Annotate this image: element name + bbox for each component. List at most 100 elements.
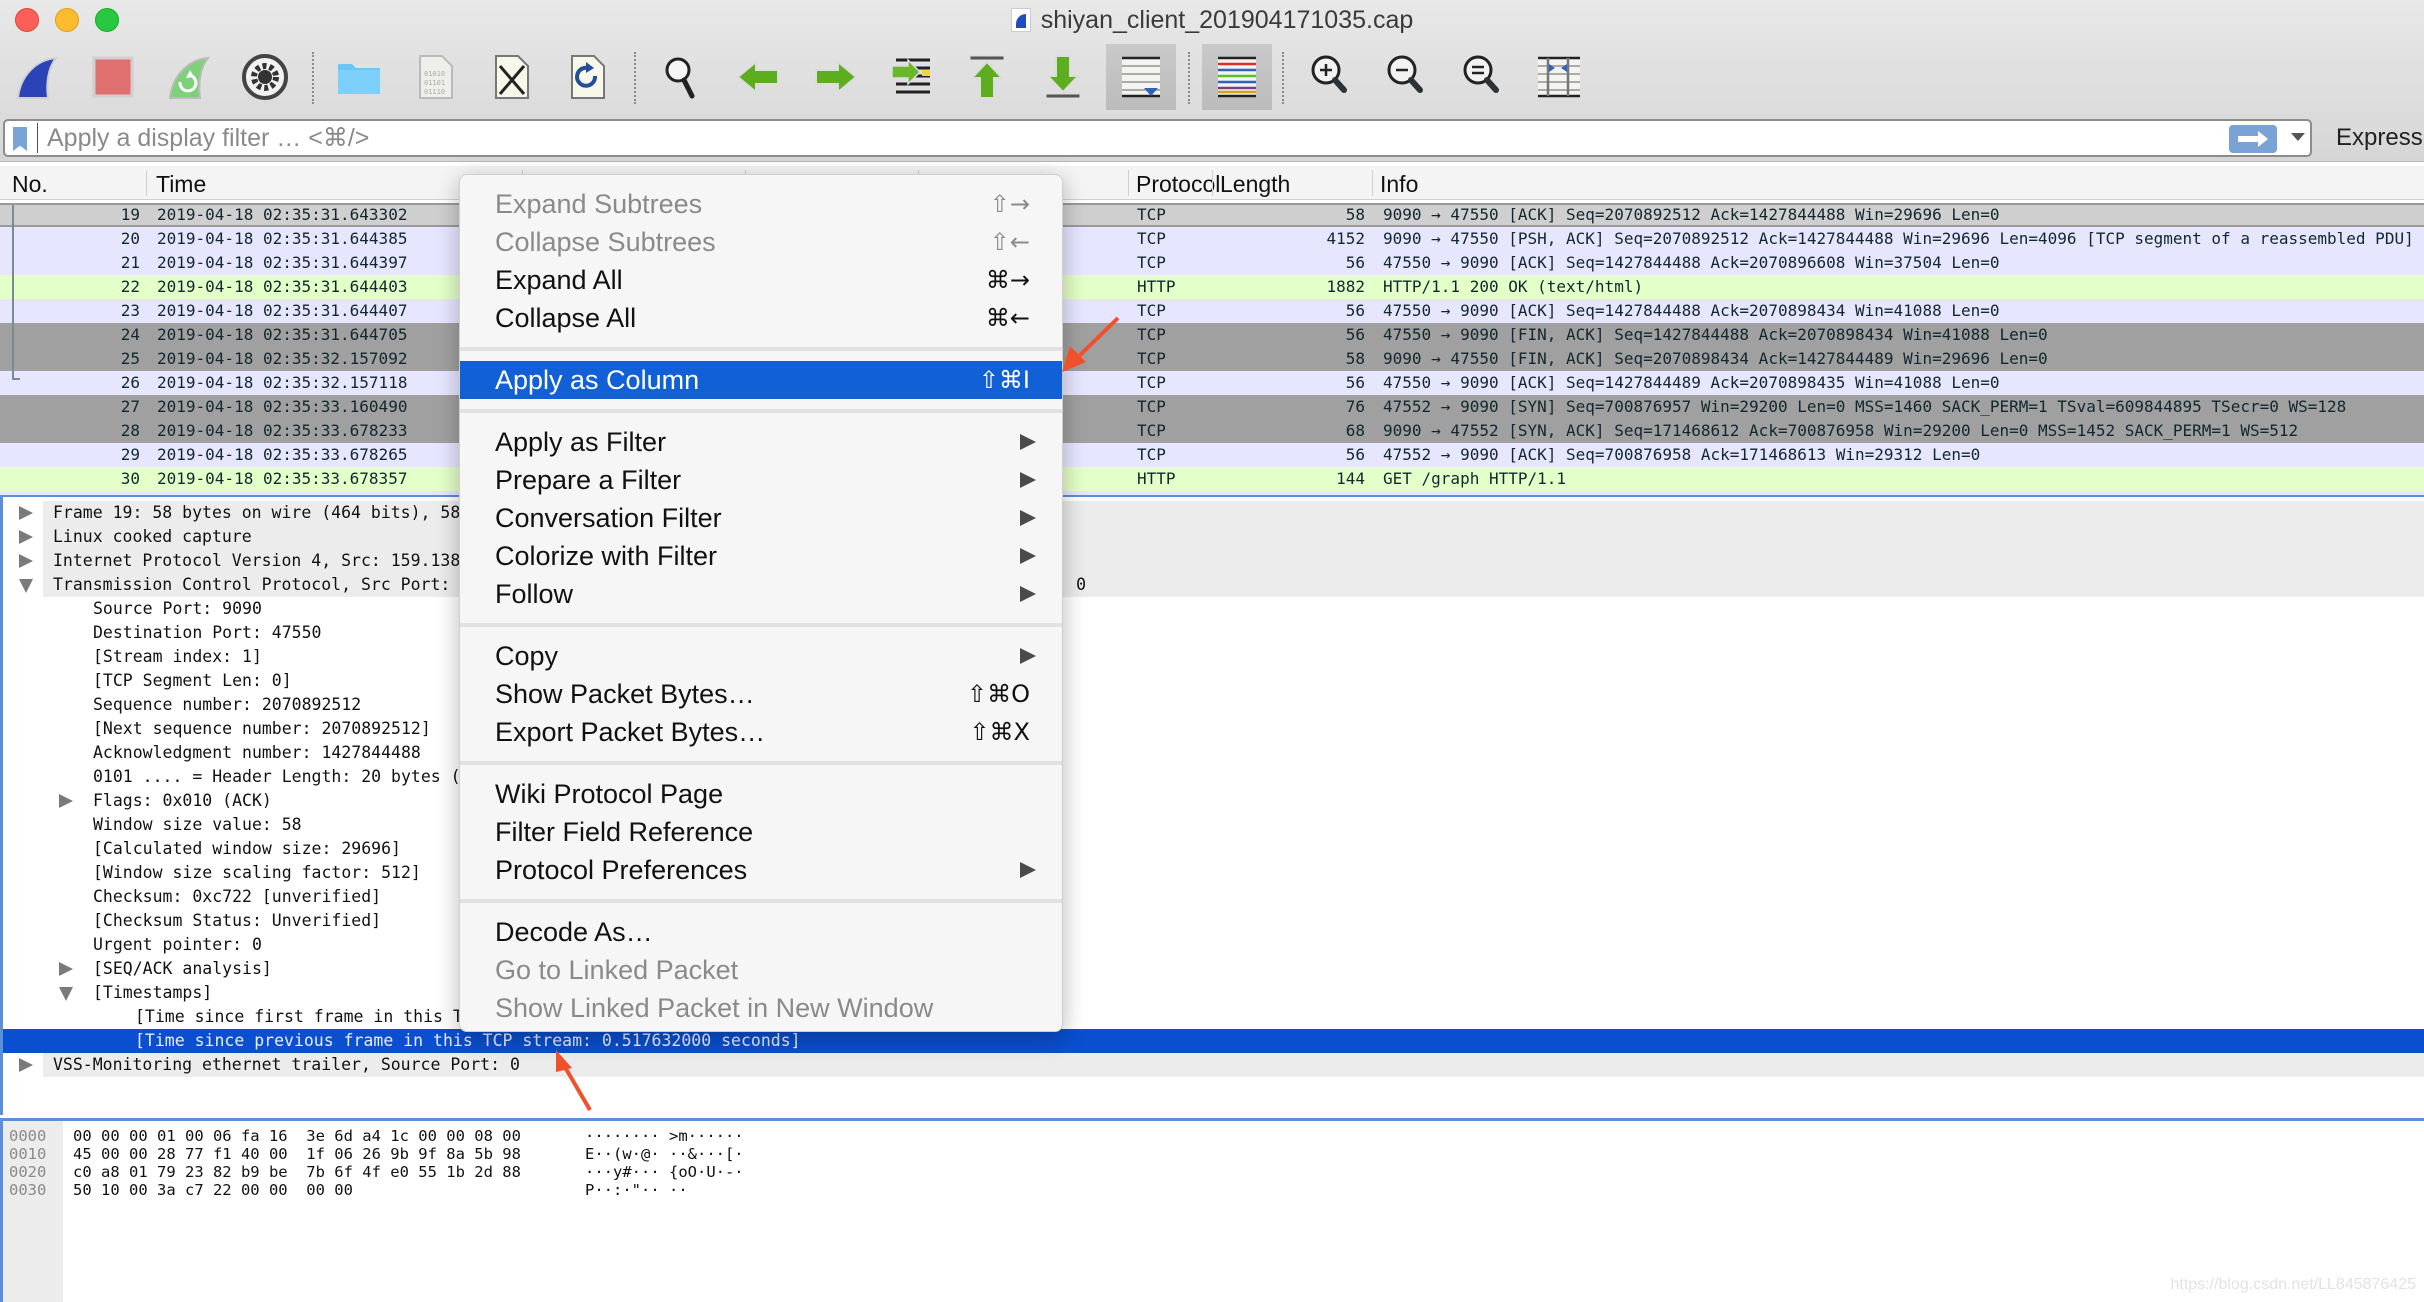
- tree-item-selected[interactable]: [Time since previous frame in this TCP s…: [3, 1029, 2424, 1053]
- tree-item[interactable]: [Next sequence number: 2070892512]: [3, 717, 2424, 741]
- go-last-packet-button[interactable]: [1036, 50, 1090, 104]
- column-header-time[interactable]: Time: [156, 171, 206, 198]
- close-file-button[interactable]: [484, 50, 538, 104]
- packet-row[interactable]: 22 2019-04-18 02:35:31.644403 HTTP 1882 HTTP…: [0, 275, 2424, 299]
- packet-row[interactable]: 23 2019-04-18 02:35:31.644407 TCP 56 47550 →…: [0, 299, 2424, 323]
- menu-item-decode-as[interactable]: Decode As…: [460, 913, 1062, 951]
- menu-item-apply-as-column[interactable]: Apply as Column ⇧⌘I: [460, 361, 1062, 399]
- column-header-protocol[interactable]: Protocol: [1136, 171, 1220, 198]
- menu-item-export-packet-bytes[interactable]: Export Packet Bytes… ⇧⌘X: [460, 713, 1062, 751]
- tree-item[interactable]: VSS-Monitoring ethernet trailer, Source …: [3, 1053, 2424, 1077]
- tree-item[interactable]: [Calculated window size: 29696]: [3, 837, 2424, 861]
- menu-item-follow[interactable]: Follow: [460, 575, 1062, 613]
- tree-item[interactable]: Linux cooked capture: [3, 525, 2424, 549]
- zoom-out-button[interactable]: [1380, 50, 1434, 104]
- menu-item-expand-all[interactable]: Expand All ⌘→: [460, 261, 1062, 299]
- menu-item-prepare-a-filter[interactable]: Prepare a Filter: [460, 461, 1062, 499]
- tree-item[interactable]: Frame 19: 58 bytes on wire (464 bits), 5…: [3, 501, 2424, 525]
- find-packet-button[interactable]: [656, 50, 710, 104]
- tree-item[interactable]: [TCP Segment Len: 0]: [3, 669, 2424, 693]
- hex-row[interactable]: 0010 45 00 00 28 77 f1 40 00 1f 06 26 9b …: [3, 1145, 903, 1163]
- collapsed-triangle-icon[interactable]: [59, 962, 73, 976]
- apply-filter-button[interactable]: [2229, 125, 2277, 153]
- column-separator[interactable]: [1128, 170, 1129, 196]
- column-header-info[interactable]: Info: [1380, 171, 1418, 198]
- hex-row[interactable]: 0020 c0 a8 01 79 23 82 b9 be 7b 6f 4f e0 …: [3, 1163, 903, 1181]
- tree-item[interactable]: Window size value: 58: [3, 813, 2424, 837]
- tree-item[interactable]: Sequence number: 2070892512: [3, 693, 2424, 717]
- collapsed-triangle-icon[interactable]: [59, 794, 73, 808]
- tree-item[interactable]: [Stream index: 1]: [3, 645, 2424, 669]
- open-file-button[interactable]: [332, 50, 386, 104]
- tree-item[interactable]: Internet Protocol Version 4, Src: 159.13…: [3, 549, 2424, 573]
- menu-item-conversation-filter[interactable]: Conversation Filter: [460, 499, 1062, 537]
- column-separator[interactable]: [146, 170, 147, 196]
- hex-row[interactable]: 0030 50 10 00 3a c7 22 00 00 00 00 P··:·"·…: [3, 1181, 903, 1199]
- menu-item-protocol-preferences[interactable]: Protocol Preferences: [460, 851, 1062, 889]
- menu-item-colorize-with-filter[interactable]: Colorize with Filter: [460, 537, 1062, 575]
- expanded-triangle-icon[interactable]: [19, 579, 33, 593]
- expanded-triangle-icon[interactable]: [59, 987, 73, 1001]
- menu-item-apply-as-filter[interactable]: Apply as Filter: [460, 423, 1062, 461]
- tree-item[interactable]: Source Port: 9090: [3, 597, 2424, 621]
- packet-row[interactable]: 24 2019-04-18 02:35:31.644705 TCP 56 47550 →…: [0, 323, 2424, 347]
- tree-item[interactable]: Urgent pointer: 0: [3, 933, 2424, 957]
- menu-item-wiki-protocol-page[interactable]: Wiki Protocol Page: [460, 775, 1062, 813]
- go-back-button[interactable]: [732, 50, 786, 104]
- packet-row[interactable]: 26 2019-04-18 02:35:32.157118 TCP 56 47550 →…: [0, 371, 2424, 395]
- collapsed-triangle-icon[interactable]: [19, 506, 33, 520]
- normal-size-button[interactable]: [1456, 50, 1510, 104]
- column-header-length[interactable]: Length: [1220, 171, 1290, 198]
- go-to-packet-button[interactable]: [884, 50, 938, 104]
- column-separator[interactable]: [1372, 170, 1373, 196]
- collapsed-triangle-icon[interactable]: [19, 554, 33, 568]
- tree-item[interactable]: Flags: 0x010 (ACK): [3, 789, 2424, 813]
- packet-row[interactable]: 29 2019-04-18 02:35:33.678265 TCP 56 47552 →…: [0, 443, 2424, 467]
- filter-history-dropdown[interactable]: [2291, 133, 2305, 141]
- tree-item[interactable]: [Timestamps]: [3, 981, 2424, 1005]
- go-forward-button[interactable]: [808, 50, 862, 104]
- zoom-in-button[interactable]: [1304, 50, 1358, 104]
- start-capture-button[interactable]: [10, 50, 64, 104]
- capture-options-button[interactable]: [238, 50, 292, 104]
- tree-item[interactable]: [SEQ/ACK analysis]: [3, 957, 2424, 981]
- display-filter-field: [3, 119, 2312, 157]
- packet-info: 9090 → 47550 [ACK] Seq=2070892512 Ack=14…: [1383, 205, 2000, 224]
- column-separator[interactable]: [1212, 170, 1213, 196]
- collapsed-triangle-icon[interactable]: [19, 1058, 33, 1072]
- menu-item-show-packet-bytes[interactable]: Show Packet Bytes… ⇧⌘O: [460, 675, 1062, 713]
- collapsed-triangle-icon[interactable]: [19, 530, 33, 544]
- packet-row[interactable]: 20 2019-04-18 02:35:31.644385 TCP 4152 9090 …: [0, 227, 2424, 251]
- tree-item[interactable]: Transmission Control Protocol, Src Port:…: [3, 573, 2424, 597]
- packet-row[interactable]: 21 2019-04-18 02:35:31.644397 TCP 56 47550 →…: [0, 251, 2424, 275]
- colorize-button[interactable]: [1202, 44, 1272, 110]
- packet-row[interactable]: 25 2019-04-18 02:35:32.157092 TCP 58 9090 → …: [0, 347, 2424, 371]
- packet-row[interactable]: 19 2019-04-18 02:35:31.643302 TCP 58 9090 → …: [0, 203, 2424, 227]
- packet-row[interactable]: 27 2019-04-18 02:35:33.160490 TCP 76 47552 →…: [0, 395, 2424, 419]
- tree-item[interactable]: [Window size scaling factor: 512]: [3, 861, 2424, 885]
- tree-item[interactable]: Acknowledgment number: 1427844488: [3, 741, 2424, 765]
- column-header-no[interactable]: No.: [12, 171, 48, 198]
- menu-item-collapse-all[interactable]: Collapse All ⌘←: [460, 299, 1062, 337]
- bookmark-icon[interactable]: [13, 127, 27, 151]
- menu-item-copy[interactable]: Copy: [460, 637, 1062, 675]
- expression-button[interactable]: Expression…: [2336, 124, 2424, 152]
- menu-item-filter-field-reference[interactable]: Filter Field Reference: [460, 813, 1062, 851]
- packet-row[interactable]: 30 2019-04-18 02:35:33.678357 HTTP 144 GET /…: [0, 467, 2424, 491]
- tree-item-label: Window size value: 58: [93, 815, 302, 834]
- go-first-packet-button[interactable]: [960, 50, 1014, 104]
- tree-item[interactable]: [Checksum Status: Unverified]: [3, 909, 2424, 933]
- tree-item[interactable]: Destination Port: 47550: [3, 621, 2424, 645]
- auto-scroll-button[interactable]: [1106, 44, 1176, 110]
- tree-item[interactable]: 0101 .... = Header Length: 20 bytes (5): [3, 765, 2424, 789]
- stop-capture-button[interactable]: [86, 50, 140, 104]
- hex-row[interactable]: 0000 00 00 00 01 00 06 fa 16 3e 6d a4 1c …: [3, 1127, 903, 1145]
- resize-columns-button[interactable]: [1532, 50, 1586, 104]
- tree-item[interactable]: Checksum: 0xc722 [unverified]: [3, 885, 2424, 909]
- display-filter-input[interactable]: [47, 123, 2197, 153]
- save-file-button[interactable]: 01010 01101 01110: [408, 50, 462, 104]
- tree-item[interactable]: [Time since first frame in this TCP stre…: [3, 1005, 2424, 1029]
- restart-capture-button[interactable]: [162, 50, 216, 104]
- packet-row[interactable]: 28 2019-04-18 02:35:33.678233 TCP 68 9090 → …: [0, 419, 2424, 443]
- reload-file-button[interactable]: [560, 50, 614, 104]
